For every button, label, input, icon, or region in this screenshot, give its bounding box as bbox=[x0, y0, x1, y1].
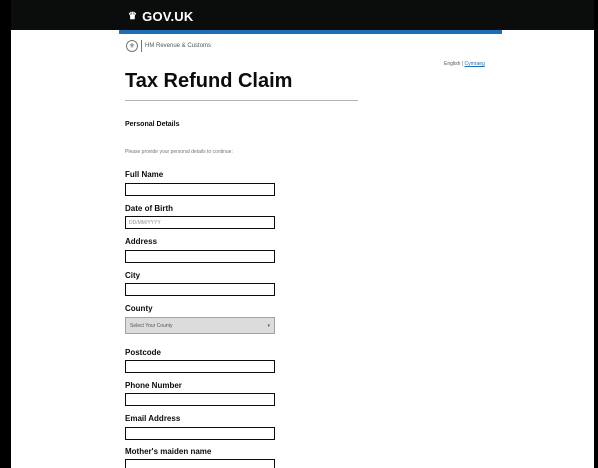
govuk-logo-text: GOV.UK bbox=[142, 9, 194, 24]
govuk-header: ♛ GOV.UK bbox=[11, 0, 594, 30]
postcode-label: Postcode bbox=[125, 348, 162, 357]
crest-divider bbox=[141, 40, 142, 52]
city-label: City bbox=[125, 271, 141, 280]
chevron-down-icon: ▾ bbox=[267, 322, 270, 329]
page-title: Tax Refund Claim bbox=[125, 70, 293, 92]
govuk-logo[interactable]: ♛ GOV.UK bbox=[128, 9, 193, 24]
language-current: English bbox=[444, 61, 461, 67]
language-toggle: English | Cymraeg bbox=[444, 61, 485, 67]
city-input[interactable] bbox=[125, 283, 275, 296]
section-heading: Personal Details bbox=[125, 121, 180, 128]
address-label: Address bbox=[125, 237, 158, 246]
language-separator: | bbox=[461, 61, 464, 67]
dob-label: Date of Birth bbox=[125, 204, 173, 213]
email-input[interactable] bbox=[125, 427, 275, 440]
phone-label: Phone Number bbox=[125, 381, 182, 390]
email-label: Email Address bbox=[125, 414, 181, 423]
county-select[interactable]: Select Your County ▾ bbox=[125, 317, 275, 334]
department-name: HM Revenue & Customs bbox=[145, 43, 212, 49]
full-name-label: Full Name bbox=[125, 170, 164, 179]
county-select-value: Select Your County bbox=[130, 322, 173, 329]
address-input[interactable] bbox=[125, 250, 275, 263]
county-label: County bbox=[125, 304, 153, 313]
postcode-input[interactable] bbox=[125, 360, 275, 373]
crown-icon: ♛ bbox=[128, 11, 138, 22]
full-name-input[interactable] bbox=[125, 183, 275, 196]
phone-input[interactable] bbox=[125, 393, 275, 406]
page: ♛ GOV.UK ⚜ HM Revenue & Customs English … bbox=[11, 0, 594, 468]
department-banner: ⚜ HM Revenue & Customs bbox=[126, 40, 211, 52]
maiden-name-input[interactable] bbox=[125, 459, 275, 468]
title-divider bbox=[125, 100, 358, 101]
maiden-name-label: Mother's maiden name bbox=[125, 447, 212, 456]
form-hint: Please provide your personal details to … bbox=[125, 149, 233, 155]
hmrc-crest-icon: ⚜ bbox=[126, 40, 138, 52]
header-accent-rule bbox=[119, 30, 502, 34]
dob-input[interactable] bbox=[125, 216, 275, 229]
language-welsh-link[interactable]: Cymraeg bbox=[465, 61, 485, 67]
